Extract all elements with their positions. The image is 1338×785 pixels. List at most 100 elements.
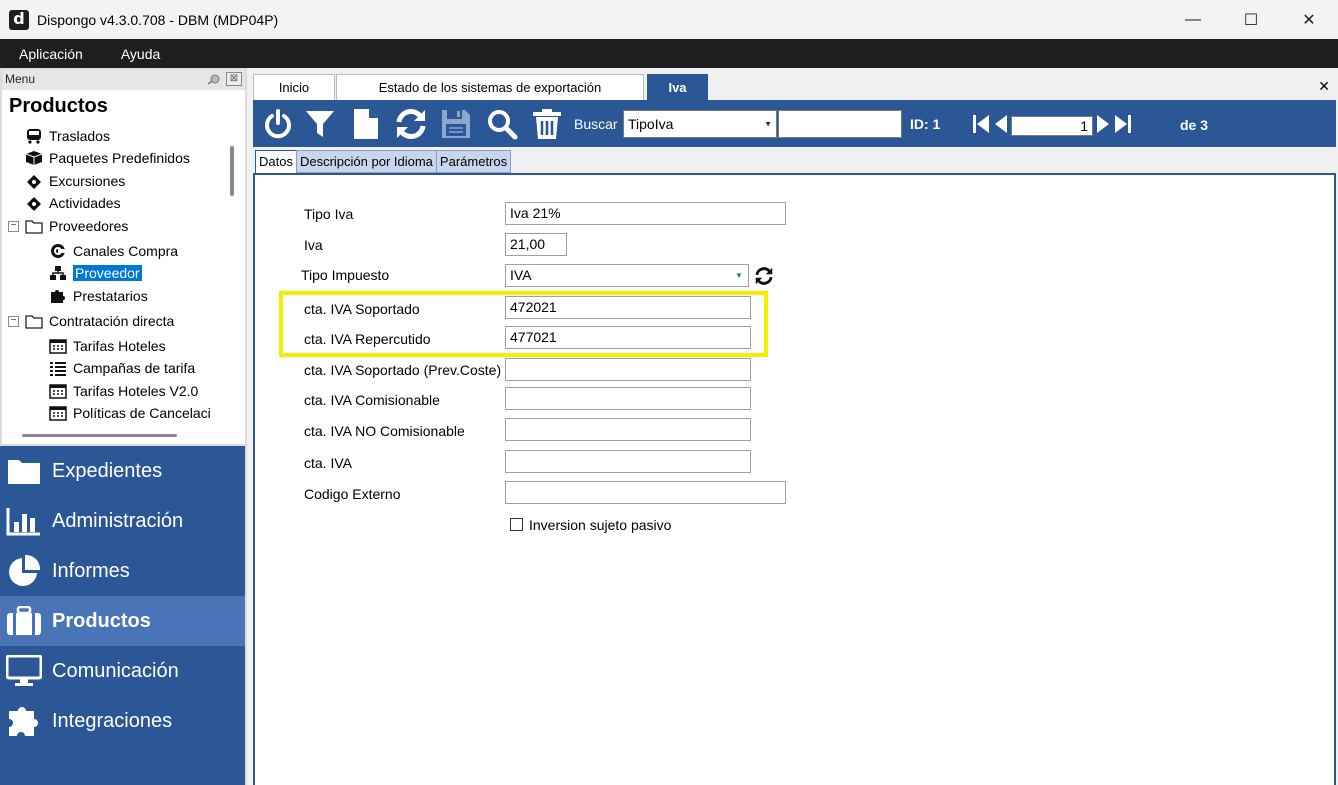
delete-button[interactable] <box>530 107 564 141</box>
tree-item-paquetes[interactable]: Paquetes Predefinidos <box>24 148 190 168</box>
detail-tabs: Datos Descripción por Idioma Parámetros <box>255 150 512 174</box>
bus-icon <box>24 127 44 145</box>
search-field-combo[interactable]: TipoIva ▼ <box>623 110 777 138</box>
iva-field[interactable]: 21,00 <box>505 233 567 256</box>
tree-item-canales-compra[interactable]: Canales Compra <box>48 241 178 261</box>
cta-iva-field[interactable] <box>505 450 751 473</box>
list-icon <box>48 359 68 377</box>
record-number-input[interactable]: 1 <box>1011 116 1093 136</box>
first-record-button[interactable] <box>971 107 991 141</box>
collapse-icon[interactable]: − <box>8 315 19 327</box>
folder-icon <box>24 312 44 330</box>
previous-icon <box>995 115 1007 133</box>
tree-item-actividades[interactable]: Actividades <box>24 193 121 213</box>
menu-ayuda[interactable]: Ayuda <box>102 46 179 62</box>
tree-item-tarifas-v2[interactable]: Tarifas Hoteles V2.0 <box>48 381 198 401</box>
tab-parametros[interactable]: Parámetros <box>435 150 512 173</box>
cta-iva-comisionable-label: cta. IVA Comisionable <box>304 392 440 408</box>
menu-panel-header: Menu ⊠ <box>2 70 245 90</box>
power-icon <box>265 109 291 139</box>
chevron-down-icon: ▼ <box>735 271 743 280</box>
tree-item-tarifas-hoteles[interactable]: Tarifas Hoteles <box>48 336 166 356</box>
save-icon <box>442 110 470 138</box>
box-icon <box>24 149 44 167</box>
collapse-icon[interactable]: − <box>8 220 19 232</box>
tab-iva[interactable]: Iva <box>647 74 708 100</box>
close-tab-icon[interactable]: ✕ <box>1318 78 1330 95</box>
nav-informes[interactable]: Informes <box>0 546 245 596</box>
calendar-icon <box>48 404 68 422</box>
cta-iva-soportado-prev-field[interactable] <box>505 358 751 381</box>
calendar-icon <box>48 382 68 400</box>
sitemap-icon <box>48 264 68 282</box>
nav-expedientes[interactable]: Expedientes <box>0 446 245 496</box>
calendar-icon <box>48 337 68 355</box>
menu-bar: Aplicación Ayuda <box>0 39 1338 68</box>
tree-item-traslados[interactable]: Traslados <box>24 126 110 146</box>
nav-productos[interactable]: Productos <box>0 596 245 646</box>
channel-icon <box>48 242 68 260</box>
search-icon <box>488 110 518 140</box>
nav-integraciones[interactable]: Integraciones <box>0 696 245 746</box>
nav-administracion[interactable]: Administración <box>0 496 245 546</box>
tree-item-proveedor[interactable]: Proveedor <box>48 263 142 283</box>
save-button[interactable] <box>439 107 473 141</box>
maximize-button[interactable]: ☐ <box>1222 0 1280 39</box>
folder-icon <box>6 453 42 489</box>
search-input[interactable] <box>778 110 902 138</box>
bar-chart-icon <box>6 503 42 539</box>
refresh-icon <box>396 109 426 139</box>
filter-icon <box>306 111 334 137</box>
suitcase-icon <box>6 603 42 639</box>
reload-tipo-impuesto-button[interactable] <box>754 266 774 289</box>
minimize-button[interactable]: — <box>1164 0 1222 39</box>
highlight-box <box>279 291 768 357</box>
ticket-icon <box>24 194 44 212</box>
close-panel-icon[interactable]: ⊠ <box>226 72 242 86</box>
document-tabs: Inicio Estado de los sistemas de exporta… <box>250 72 1338 100</box>
tree-vertical-scrollbar[interactable] <box>230 146 234 196</box>
pie-chart-icon <box>6 553 42 589</box>
search-button[interactable] <box>485 107 519 141</box>
menu-aplicacion[interactable]: Aplicación <box>0 46 102 62</box>
filter-button[interactable] <box>303 107 337 141</box>
iva-label: Iva <box>304 237 323 253</box>
tree-item-excursiones[interactable]: Excursiones <box>24 171 125 191</box>
tipo-impuesto-select[interactable]: IVA ▼ <box>505 264 749 287</box>
tree-item-politicas[interactable]: Políticas de Cancelaci <box>48 403 211 423</box>
pin-icon[interactable] <box>207 72 221 90</box>
first-icon <box>973 115 989 133</box>
new-button[interactable] <box>349 107 383 141</box>
tab-estado-exportacion[interactable]: Estado de los sistemas de exportación <box>336 74 644 100</box>
cta-iva-label: cta. IVA <box>304 455 352 471</box>
next-record-button[interactable] <box>1093 107 1113 141</box>
tree-item-contratacion[interactable]: − Contratación directa <box>8 311 174 331</box>
tree-item-prestatarios[interactable]: Prestatarios <box>48 286 148 306</box>
refresh-button[interactable] <box>394 107 428 141</box>
left-panel: Menu ⊠ Productos Traslados Paquetes Pred… <box>0 68 247 785</box>
nav-comunicacion[interactable]: Comunicación <box>0 646 245 696</box>
last-record-button[interactable] <box>1113 107 1133 141</box>
tipo-iva-field[interactable]: Iva 21% <box>505 202 786 225</box>
cta-iva-comisionable-field[interactable] <box>505 387 751 410</box>
inversion-sujeto-pasivo-checkbox[interactable] <box>510 518 523 531</box>
previous-record-button[interactable] <box>991 107 1011 141</box>
tree-item-campanas[interactable]: Campañas de tarifa <box>48 358 195 378</box>
last-icon <box>1115 115 1131 133</box>
menu-panel-label: Menu <box>5 72 36 86</box>
app-logo-icon: d <box>9 9 29 30</box>
toolbar: Buscar TipoIva ▼ ID: 1 1 de 3 <box>253 100 1336 147</box>
tab-inicio[interactable]: Inicio <box>253 74 335 100</box>
chevron-down-icon: ▼ <box>764 119 772 129</box>
codigo-externo-field[interactable] <box>505 481 786 504</box>
tree-horizontal-scrollbar[interactable] <box>22 434 177 437</box>
tree-item-proveedores[interactable]: − Proveedores <box>8 216 128 236</box>
tab-descripcion-idioma[interactable]: Descripción por Idioma <box>295 150 437 173</box>
inversion-sujeto-pasivo-label: Inversion sujeto pasivo <box>529 517 672 533</box>
tab-datos[interactable]: Datos <box>255 150 297 174</box>
power-button[interactable] <box>261 107 295 141</box>
codigo-externo-label: Codigo Externo <box>304 486 401 502</box>
close-button[interactable]: ✕ <box>1280 0 1338 39</box>
id-label: ID: 1 <box>910 116 941 132</box>
cta-iva-no-comisionable-field[interactable] <box>505 418 751 441</box>
